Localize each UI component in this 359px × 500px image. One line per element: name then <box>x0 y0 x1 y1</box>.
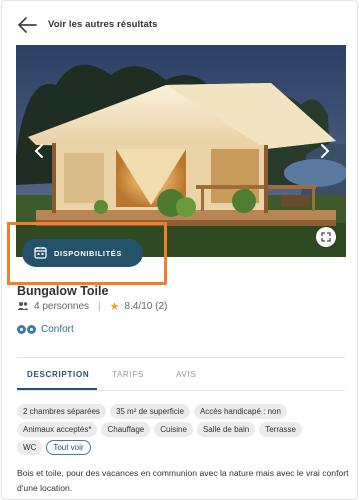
rating-text: 8.4/10 (2) <box>124 300 168 312</box>
product-card: Voir les autres résultats DISPONIBILITÉS… <box>1 0 358 500</box>
people-icon <box>17 302 29 310</box>
tab-tarifs[interactable]: TARIFS <box>112 370 144 379</box>
feature-tag: WC <box>17 440 43 455</box>
fullscreen-icon <box>321 232 331 242</box>
feature-tag: Terrasse <box>259 422 302 437</box>
next-photo-icon[interactable] <box>316 143 332 159</box>
product-description: Bois et toile, pour des vacances en comm… <box>17 468 349 493</box>
comfort-label: Confort <box>41 323 74 335</box>
tab-description[interactable]: DESCRIPTION <box>27 370 89 379</box>
star-icon: ★ <box>109 300 120 313</box>
product-tabs: DESCRIPTION TARIFS AVIS <box>17 361 345 391</box>
feature-tag: Chauffage <box>101 422 151 437</box>
availability-button[interactable]: DISPONIBILITÉS <box>22 239 143 267</box>
arrow-left-icon[interactable] <box>16 15 38 35</box>
feature-tag: Salle de bain <box>196 422 256 437</box>
availability-label: DISPONIBILITÉS <box>54 249 122 258</box>
divider <box>17 357 345 358</box>
comfort-level: Confort <box>17 322 74 336</box>
feature-tag: 2 chambres séparées <box>17 404 106 419</box>
feature-tag: Animaux acceptés* <box>17 422 98 437</box>
calendar-icon <box>34 247 47 259</box>
tabs-divider <box>17 390 345 391</box>
fullscreen-button[interactable] <box>316 227 336 247</box>
feature-tags: 2 chambres séparées 35 m² de superficie … <box>17 404 349 458</box>
feature-tag: Cuisine <box>154 422 193 437</box>
tab-avis[interactable]: AVIS <box>176 370 196 379</box>
feature-tag: 35 m² de superficie <box>109 404 190 419</box>
product-meta: 4 personnes | ★ 8.4/10 (2) <box>17 299 167 313</box>
capacity-text: 4 personnes <box>34 300 90 312</box>
comfort-icon <box>17 324 37 334</box>
previous-photo-icon[interactable] <box>32 143 48 159</box>
back-to-results-link[interactable]: Voir les autres résultats <box>48 19 158 30</box>
feature-tag: Accès handicapé : non <box>193 404 287 419</box>
product-title: Bungalow Toile <box>17 284 109 298</box>
meta-separator: | <box>98 300 101 312</box>
see-all-tags-button[interactable]: Tout voir <box>46 440 91 455</box>
top-bar: Voir les autres résultats <box>2 1 359 47</box>
